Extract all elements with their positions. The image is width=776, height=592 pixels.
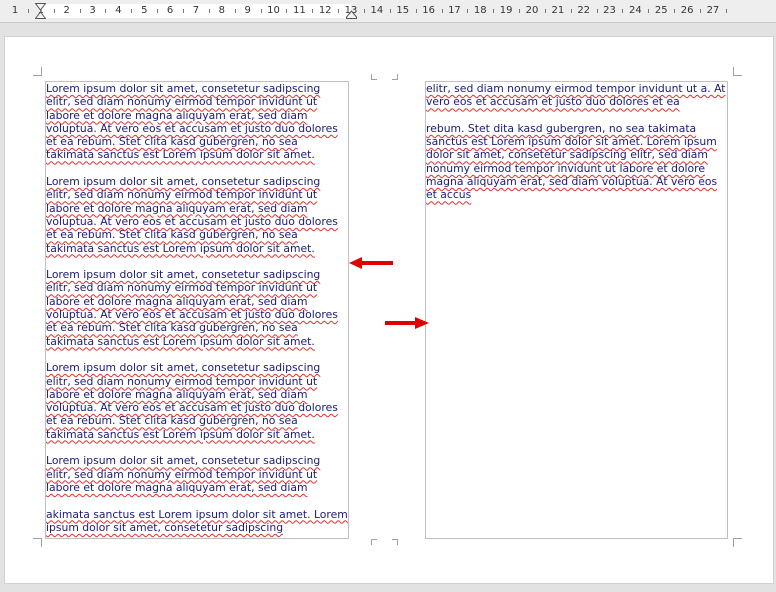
text-paragraph[interactable]: Lorem ipsum dolor sit amet, consetetur s… [46, 454, 348, 494]
right-column-text[interactable]: elitr, sed diam nonumy eirmod tempor inv… [426, 82, 727, 202]
ruler-tick [312, 9, 314, 13]
ruler-number: 15 [396, 5, 410, 16]
ruler-tick [570, 9, 572, 13]
ruler-tick [674, 9, 676, 13]
ruler-tick [596, 9, 598, 13]
ruler-number: 12 [318, 5, 332, 16]
right-indent-marker-icon[interactable] [346, 3, 357, 19]
page-corner-mark [733, 538, 742, 547]
column-corner-mark [371, 74, 377, 80]
ruler-number: 17 [448, 5, 461, 16]
ruler-number: 27 [706, 5, 720, 16]
ruler-tick [389, 9, 391, 13]
ruler-number: 25 [654, 5, 668, 16]
ruler-number: 2 [63, 5, 70, 16]
ruler-tick [415, 9, 417, 13]
ruler-number: 7 [192, 5, 200, 16]
ruler-number: 11 [292, 5, 306, 16]
ruler-number: 5 [141, 5, 148, 16]
ruler-number: 23 [603, 5, 616, 16]
ruler-number: 6 [166, 5, 174, 16]
ruler-tick [441, 9, 443, 13]
ruler-tick [544, 9, 546, 13]
horizontal-ruler[interactable]: 1 1 2 3 4 5 6 7 8 9 10 11 12 13 14 15 16 17 18 19 20 21 22 23 24… [0, 0, 776, 23]
ruler-number: 26 [680, 5, 694, 16]
text-paragraph[interactable]: Lorem ipsum dolor sit amet, consetetur s… [46, 175, 348, 255]
text-paragraph[interactable]: rebum. Stet dita kasd gubergren, no sea … [426, 122, 727, 202]
ruler-number: 1 [11, 5, 19, 16]
ruler-tick [234, 9, 236, 13]
text-paragraph[interactable]: akimata sanctus est Lorem ipsum dolor si… [46, 508, 348, 535]
ruler-number: 4 [115, 5, 122, 16]
text-paragraph[interactable]: Lorem ipsum dolor sit amet, consetetur s… [46, 268, 348, 348]
ruler-number: 19 [499, 5, 513, 16]
ruler-tick [493, 9, 495, 13]
arrow-left-icon [349, 257, 393, 269]
text-paragraph[interactable]: elitr, sed diam nonumy eirmod tempor inv… [426, 82, 727, 109]
ruler-number: 3 [89, 5, 96, 16]
ruler-tick [105, 9, 107, 13]
ruler-tick [363, 9, 365, 13]
text-column-right[interactable]: elitr, sed diam nonumy eirmod tempor inv… [425, 81, 728, 539]
ruler-number: 16 [422, 5, 435, 16]
page-corner-mark [733, 67, 742, 76]
ruler-tick [622, 9, 624, 13]
ruler-number: 8 [218, 5, 225, 16]
ruler-tick [79, 9, 81, 13]
ruler-tick [260, 9, 262, 13]
text-paragraph[interactable]: Lorem ipsum dolor sit amet, consetetur s… [46, 361, 348, 441]
ruler-tick [183, 9, 185, 13]
left-column-text[interactable]: Lorem ipsum dolor sit amet, consetetur s… [46, 82, 348, 534]
ruler-tick [338, 9, 340, 13]
ruler-number: 20 [525, 5, 539, 16]
arrow-right-icon [385, 317, 429, 329]
ruler-tick [157, 9, 159, 13]
ruler-number: 22 [577, 5, 591, 16]
page-corner-mark [33, 67, 42, 76]
ruler-tick [131, 9, 133, 13]
ruler-number: 18 [473, 5, 487, 16]
ruler-tick [467, 9, 469, 13]
column-corner-mark [392, 539, 398, 545]
ruler-tick [519, 9, 521, 13]
ruler-tick [725, 9, 727, 13]
ruler-number: 14 [370, 5, 384, 16]
ruler-number: 9 [244, 5, 251, 16]
ruler-tick [53, 9, 55, 13]
text-column-left[interactable]: Lorem ipsum dolor sit amet, consetetur s… [45, 81, 349, 539]
ruler-number: 21 [551, 5, 565, 16]
column-corner-mark [392, 74, 398, 80]
page-corner-mark [33, 538, 42, 547]
ruler-tick [208, 9, 210, 13]
column-corner-mark [371, 539, 377, 545]
document-page[interactable]: Lorem ipsum dolor sit amet, consetetur s… [4, 36, 774, 584]
ruler-tick [286, 9, 288, 13]
ruler-tick [648, 9, 650, 13]
text-paragraph[interactable]: Lorem ipsum dolor sit amet, consetetur s… [46, 82, 348, 162]
first-line-indent-marker-icon[interactable] [35, 3, 46, 19]
ruler-tick [700, 9, 702, 13]
ruler-number: 24 [629, 5, 642, 16]
ruler-number: 10 [267, 5, 280, 16]
ruler-tick [27, 9, 29, 13]
